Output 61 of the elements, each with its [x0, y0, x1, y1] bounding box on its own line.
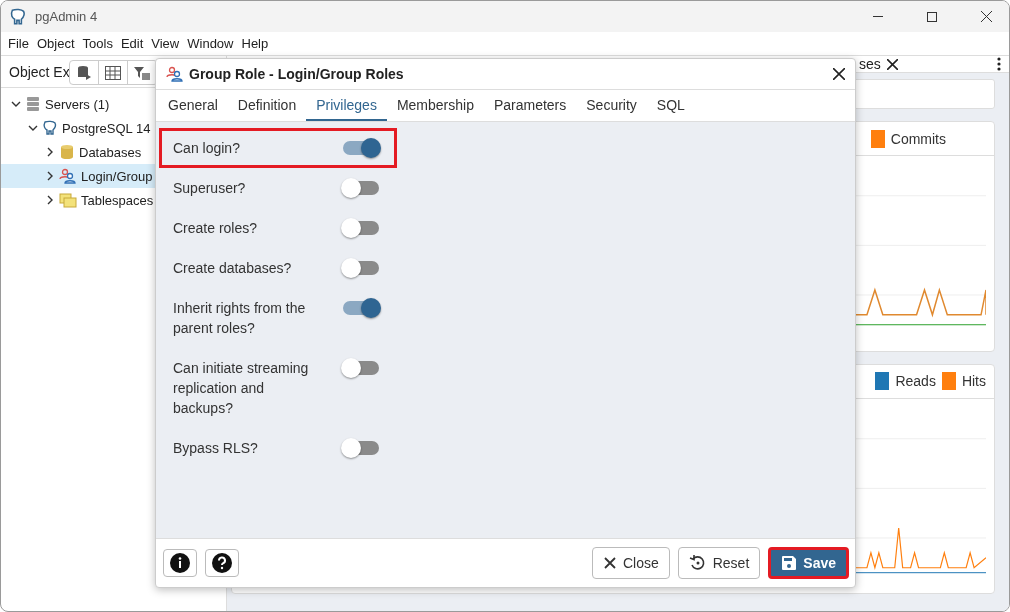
save-icon — [781, 555, 798, 571]
close-icon[interactable] — [833, 68, 845, 80]
info-button[interactable] — [163, 549, 197, 577]
field-label: Inherit rights from the parent roles? — [173, 299, 307, 338]
maximize-icon — [927, 11, 937, 22]
menu-item[interactable]: Help — [241, 36, 277, 51]
minimize-icon — [873, 15, 883, 18]
toggle-switch[interactable] — [341, 438, 381, 458]
menu-item[interactable]: Edit — [120, 36, 152, 51]
legend-label: Hits — [961, 373, 986, 390]
toggle-switch[interactable] — [341, 218, 381, 238]
help-button[interactable] — [205, 549, 239, 577]
reset-button[interactable]: Reset — [677, 547, 761, 579]
close-icon[interactable] — [886, 58, 898, 70]
dialog-tab[interactable]: Parameters — [483, 90, 577, 121]
chevron-right-icon[interactable] — [45, 171, 55, 181]
database-play-icon — [76, 64, 92, 81]
window-title: pgAdmin 4 — [35, 9, 99, 24]
dialog-tab[interactable]: Definition — [227, 90, 307, 121]
menu-item[interactable]: Tools — [82, 36, 121, 51]
legend-label: Commits — [890, 130, 946, 147]
field-label: Can initiate streaming replication and backups? — [173, 359, 310, 418]
more-menu-icon[interactable] — [997, 57, 1001, 71]
toggle-switch[interactable] — [341, 138, 381, 158]
dialog-tab[interactable]: Membership — [386, 90, 484, 121]
field-label: Create databases? — [173, 259, 293, 278]
menu-item[interactable]: Window — [187, 36, 242, 51]
toggle-switch[interactable] — [341, 298, 381, 318]
toggle-switch[interactable] — [341, 178, 381, 198]
menu-item[interactable]: File — [8, 36, 37, 51]
close-icon — [980, 11, 992, 22]
field-label: Create roles? — [173, 219, 259, 238]
chevron-down-icon[interactable] — [28, 123, 38, 133]
toggle-switch[interactable] — [341, 258, 381, 278]
dashboard-tab[interactable]: ses — [859, 56, 898, 72]
panel-title: Object Ex — [9, 63, 70, 80]
folder-icon — [59, 192, 77, 208]
dialog-tab[interactable]: Security — [576, 90, 647, 121]
close-icon — [602, 556, 617, 570]
reset-icon — [688, 554, 707, 572]
save-button[interactable]: Save — [768, 547, 849, 579]
filter-icon — [134, 65, 150, 80]
server-stack-icon — [25, 96, 41, 112]
field-label: Can login? — [173, 139, 241, 158]
field-label: Bypass RLS? — [173, 439, 259, 458]
dialog-title: Group Role - Login/Group Roles — [189, 66, 405, 82]
users-icon — [59, 168, 77, 184]
users-icon — [166, 66, 184, 82]
dialog-tab[interactable]: SQL — [646, 90, 695, 121]
close-button[interactable]: Close — [591, 547, 670, 579]
toggle-switch[interactable] — [341, 358, 381, 378]
menu-item[interactable]: View — [151, 36, 188, 51]
table-icon — [105, 65, 121, 80]
chevron-right-icon[interactable] — [45, 195, 55, 205]
elephant-icon — [42, 120, 58, 136]
chevron-down-icon[interactable] — [11, 99, 21, 109]
chevron-right-icon[interactable] — [45, 147, 55, 157]
menu-item[interactable]: Object — [36, 36, 83, 51]
legend-label: Reads — [895, 373, 936, 390]
database-icon — [59, 144, 75, 160]
elephant-icon — [9, 7, 27, 26]
